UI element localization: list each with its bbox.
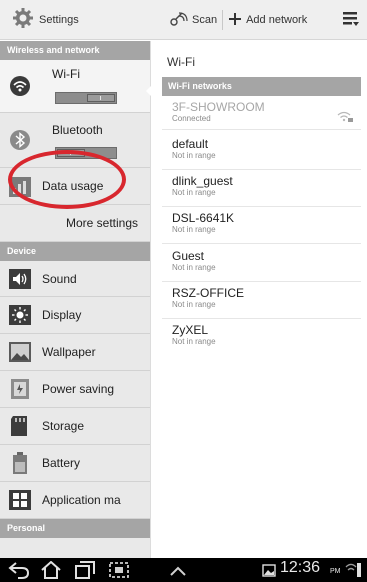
network-status: Not in range <box>172 188 216 197</box>
status-clock-ampm: PM <box>330 568 341 575</box>
scan-button[interactable]: Scan <box>168 10 217 31</box>
settings-item-more-settings[interactable]: More settings <box>0 205 150 242</box>
network-name: ZyXEL <box>172 323 209 337</box>
battery-status-icon <box>345 561 361 582</box>
overflow-menu-button[interactable] <box>343 12 359 31</box>
settings-item-label: Power saving <box>42 382 115 396</box>
screenshot-icon[interactable] <box>108 561 130 582</box>
wifi-network-item[interactable]: 3F-SHOWROOM Connected <box>162 100 361 130</box>
network-status: Not in range <box>172 225 216 234</box>
home-icon[interactable] <box>40 560 62 582</box>
pane-title: Wi-Fi <box>167 55 195 69</box>
wifi-network-item[interactable]: Guest Not in range <box>162 249 361 282</box>
scan-label: Scan <box>192 14 218 26</box>
settings-item-wifi[interactable]: Wi-Fi <box>0 60 150 113</box>
action-bar: Settings Scan Add network <box>0 0 367 40</box>
network-status: Not in range <box>172 337 216 346</box>
system-bar: 12:36 PM <box>0 558 367 582</box>
bluetooth-icon <box>9 129 31 156</box>
wifi-icon <box>9 75 31 102</box>
wifi-toggle[interactable] <box>55 92 117 104</box>
up-chevron-icon[interactable] <box>168 564 188 582</box>
settings-item-battery[interactable]: Battery <box>0 445 150 482</box>
settings-item-label: Storage <box>42 419 85 433</box>
settings-item-label: More settings <box>66 216 139 230</box>
battery-icon <box>9 452 31 479</box>
settings-item-storage[interactable]: Storage <box>0 408 150 445</box>
wallpaper-icon <box>9 342 31 367</box>
network-name: dlink_guest <box>172 174 233 188</box>
settings-item-partial[interactable] <box>0 538 150 558</box>
selected-item-pointer <box>146 82 155 100</box>
back-icon[interactable] <box>8 561 30 582</box>
sound-icon <box>9 269 31 294</box>
network-status: Not in range <box>172 263 216 272</box>
app-title-area[interactable]: Settings <box>12 7 79 34</box>
app-title: Settings <box>39 14 79 26</box>
toolbar-actions: Scan Add network <box>168 9 307 31</box>
status-clock: 12:36 <box>280 559 321 576</box>
settings-item-label: Battery <box>42 456 81 470</box>
recent-apps-icon[interactable] <box>74 561 96 582</box>
network-name: default <box>172 137 209 151</box>
settings-item-display[interactable]: Display <box>0 297 150 334</box>
power-saving-icon <box>9 379 31 404</box>
gallery-icon <box>262 564 276 582</box>
settings-item-label: Wallpaper <box>42 345 96 359</box>
wifi-detail-pane: Wi-Fi Wi-Fi networks 3F-SHOWROOM Connect… <box>150 41 367 558</box>
network-name: 3F-SHOWROOM <box>172 100 265 114</box>
network-status: Connected <box>172 114 211 123</box>
display-icon <box>9 305 31 330</box>
wifi-network-item[interactable]: RSZ-OFFICE Not in range <box>162 286 361 319</box>
settings-item-sound[interactable]: Sound <box>0 261 150 297</box>
settings-item-label: Sound <box>42 271 77 286</box>
application-manager-icon <box>9 490 31 515</box>
settings-list: Wireless and network Wi-Fi Bluetooth Dat… <box>0 41 150 558</box>
wifi-network-item[interactable]: default Not in range <box>162 137 361 170</box>
scan-icon <box>168 10 188 31</box>
section-header-wifi-networks: Wi-Fi networks <box>162 77 361 96</box>
settings-item-application-manager[interactable]: Application ma <box>0 482 150 519</box>
section-header-wireless: Wireless and network <box>0 41 150 60</box>
toggle-knob <box>87 94 115 102</box>
network-name: Guest <box>172 249 205 263</box>
add-network-label: Add network <box>246 14 308 26</box>
settings-item-wallpaper[interactable]: Wallpaper <box>0 334 150 371</box>
wifi-network-item[interactable]: dlink_guest Not in range <box>162 174 361 207</box>
wifi-signal-lock-icon <box>337 109 353 127</box>
network-name: DSL-6641K <box>172 211 235 225</box>
storage-icon <box>9 416 31 441</box>
settings-item-power-saving[interactable]: Power saving <box>0 371 150 408</box>
toolbar-divider <box>222 10 224 30</box>
bluetooth-highlight-circle <box>8 150 126 209</box>
settings-item-label: Application ma <box>42 493 121 507</box>
wifi-network-item[interactable]: ZyXEL Not in range <box>162 323 361 356</box>
add-network-button[interactable]: Add network <box>228 12 307 29</box>
menu-icon <box>343 12 359 30</box>
settings-item-label: Display <box>42 308 82 322</box>
section-header-device: Device <box>0 242 150 261</box>
network-name: RSZ-OFFICE <box>172 286 244 300</box>
wifi-network-item[interactable]: DSL-6641K Not in range <box>162 211 361 244</box>
section-header-personal: Personal <box>0 519 150 538</box>
settings-item-label: Wi-Fi <box>52 67 80 81</box>
network-status: Not in range <box>172 300 216 309</box>
settings-item-label: Bluetooth <box>52 123 103 137</box>
plus-icon <box>228 12 242 29</box>
settings-gear-icon <box>12 7 34 34</box>
network-status: Not in range <box>172 151 216 160</box>
